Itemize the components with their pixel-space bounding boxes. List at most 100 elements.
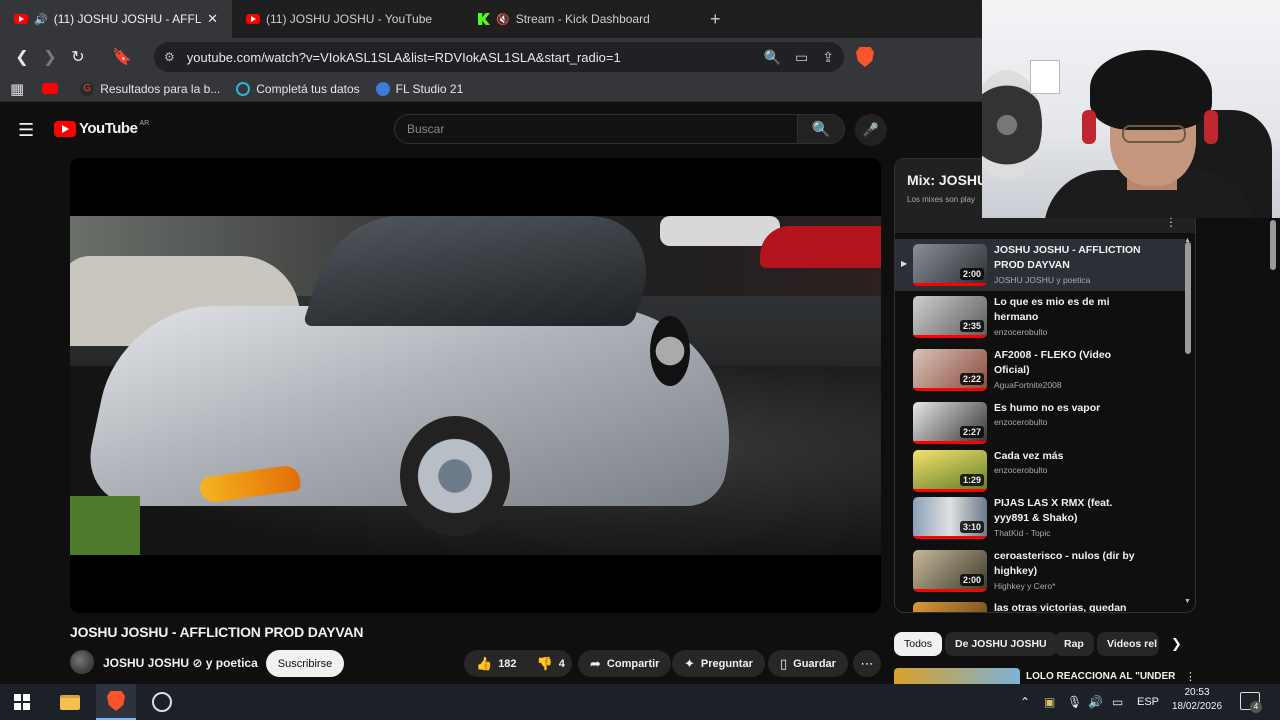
file-explorer-button[interactable] (50, 684, 90, 720)
save-button[interactable]: ▯ Guardar (768, 650, 848, 677)
clock[interactable]: 20:53 18/02/2026 (1166, 686, 1228, 714)
apps-grid-icon[interactable]: ▦ (10, 80, 24, 98)
playlist-subtitle: Los mixes son play (907, 195, 976, 204)
browser-tab[interactable]: 🔇 Stream - Kick Dashboard (464, 0, 700, 38)
search-button[interactable]: 🔍 (797, 114, 845, 144)
bookmark-item[interactable]: FL Studio 21 (375, 81, 463, 96)
search-input[interactable]: Buscar (394, 114, 798, 144)
thumbs-up-icon[interactable]: 👍 (476, 656, 492, 672)
microphone-tray-icon[interactable]: 🎙 (1067, 684, 1082, 720)
back-icon[interactable]: ❮ (8, 43, 36, 71)
chip-rap[interactable]: Rap (1054, 632, 1094, 656)
page-scrollbar[interactable] (1270, 220, 1276, 270)
new-tab-button[interactable]: + (700, 0, 731, 38)
like-count[interactable]: 182 (498, 658, 516, 670)
playlist-item[interactable]: 2:35 Lo que es mio es de mi hermano enzo… (895, 291, 1185, 343)
playlist-item-channel: JOSHU JOSHU y poetica (994, 275, 1091, 285)
bookmark-item[interactable]: Completá tus datos (236, 81, 360, 96)
channel-avatar[interactable] (70, 650, 94, 674)
playlist-item[interactable]: 3:10 PIJAS LAS X RMX (feat. yyy891 & Sha… (895, 492, 1185, 544)
url-text[interactable]: youtube.com/watch?v=VIokASL1SLA&list=RDV… (187, 50, 750, 65)
clock-date: 18/02/2026 (1171, 701, 1223, 712)
brave-icon (107, 691, 125, 711)
playlist-title[interactable]: Mix: JOSHU (907, 172, 987, 188)
video-thumbnail: 2:35 (913, 296, 987, 338)
notification-count: 4 (1250, 701, 1262, 713)
playlist-item-channel: enzocerobulto (994, 417, 1048, 427)
tab-title: (11) JOSHU JOSHU - YouTube (266, 12, 433, 26)
video-thumbnail: 2:00 (913, 550, 987, 592)
cast-icon[interactable]: ▭ (795, 49, 808, 66)
address-bar[interactable]: ⚙ youtube.com/watch?v=VIokASL1SLA&list=R… (154, 42, 844, 72)
youtube-header: ☰ YouTube AR Buscar 🔍 🎤 (0, 108, 900, 150)
start-button[interactable] (2, 684, 42, 720)
microphone-icon: 🎤 (862, 122, 880, 137)
playlist-item[interactable]: 1:29 Cada vez más enzocerobulto (895, 445, 1185, 497)
ask-button[interactable]: ✦ Preguntar (672, 650, 765, 677)
recommended-menu-icon[interactable]: ⋮ (1185, 670, 1196, 683)
volume-icon[interactable]: 🔊 (1088, 684, 1103, 720)
playlist-item[interactable]: las otras victorias, quedan (895, 597, 1185, 612)
browser-tab-active[interactable]: 🔊 (11) JOSHU JOSHU - AFFLICTI ✕ (0, 0, 232, 38)
recommended-title[interactable]: LOLO REACCIONA AL "UNDER (1026, 671, 1175, 682)
subscribe-button[interactable]: Suscribirse (266, 650, 344, 677)
video-thumbnail: 2:22 (913, 349, 987, 391)
playlist-item-title: Cada vez más (994, 450, 1064, 462)
playlist-item[interactable]: 2:27 Es humo no es vapor enzocerobulto (895, 397, 1185, 449)
ask-label: Preguntar (700, 657, 753, 670)
clock-time: 20:53 (1184, 687, 1210, 698)
playlist-item[interactable]: 2:00 ceroasterisco - nulos (dir by highk… (895, 545, 1185, 597)
playlist-item-title: ceroasterisco - nulos (dir by highkey) (994, 550, 1135, 577)
scroll-down-icon[interactable]: ▼ (1184, 598, 1191, 605)
chip-related[interactable]: Videos rel (1097, 632, 1159, 656)
bookmark-item[interactable]: G Resultados para la b... (80, 81, 220, 96)
playlist-scrollbar[interactable] (1185, 242, 1191, 354)
playlist-item-title: JOSHU JOSHU - AFFLICTION PROD DAYVAN (994, 244, 1141, 271)
reload-icon[interactable]: ↻ (64, 43, 92, 71)
zoom-icon[interactable]: 🔍 (764, 49, 781, 66)
more-actions-button[interactable]: ⋯ (853, 650, 881, 677)
chevron-right-icon[interactable]: ❯ (1171, 636, 1182, 652)
bookmark-icon[interactable]: 🔖 (108, 43, 136, 71)
forward-icon[interactable]: ❯ (36, 43, 64, 71)
tab-title: (11) JOSHU JOSHU - AFFLICTI (53, 12, 202, 26)
video-thumbnail (913, 602, 987, 612)
sparkle-icon: ✦ (684, 655, 695, 671)
folder-icon (60, 694, 80, 710)
playlist-item[interactable]: ▶ 2:00 JOSHU JOSHU - AFFLICTION PROD DAY… (895, 239, 1185, 291)
tray-chevron-icon[interactable]: ⌃ (1020, 684, 1030, 720)
youtube-logo[interactable]: YouTube AR (54, 120, 149, 137)
bookmark-youtube[interactable] (42, 83, 64, 94)
browser-tab[interactable]: (11) JOSHU JOSHU - YouTube (232, 0, 464, 38)
playlist-item[interactable]: 2:22 AF2008 - FLEKO (Video Oficial) Agua… (895, 344, 1185, 396)
speaker-icon[interactable]: 🔊 (34, 13, 48, 26)
language-indicator[interactable]: ESP (1137, 684, 1159, 720)
voice-search-button[interactable]: 🎤 (855, 114, 887, 146)
video-player[interactable] (70, 158, 881, 613)
share-icon[interactable]: ⇪ (822, 49, 834, 66)
playlist-item-title: Es humo no es vapor (994, 402, 1101, 414)
chip-channel[interactable]: De JOSHU JOSHU (945, 632, 1057, 656)
site-info-icon[interactable]: ⚙ (164, 50, 175, 64)
playlist-item-channel: AguaFortnite2008 (994, 380, 1062, 390)
recommended-thumbnail[interactable] (894, 668, 1020, 684)
tray-app-icon[interactable]: ▣ (1044, 684, 1055, 720)
share-button[interactable]: ➦ Compartir (578, 650, 672, 677)
thumbs-down-icon[interactable]: 👎 (537, 656, 553, 672)
chip-todos[interactable]: Todos (894, 632, 943, 656)
dislike-count[interactable]: 4 (559, 658, 565, 670)
playlist-panel: Mix: JOSHU Los mixes son play ⋮ ▶ 2:00 J… (894, 158, 1196, 613)
logo-text: YouTube (79, 120, 138, 137)
video-thumbnail: 2:27 (913, 402, 987, 444)
brave-taskbar-button[interactable] (96, 684, 136, 720)
channel-name[interactable]: JOSHU JOSHU ⊘ y poetica (103, 656, 258, 670)
brave-shields-icon[interactable] (856, 47, 874, 67)
close-tab-icon[interactable]: ✕ (207, 11, 218, 27)
menu-icon[interactable]: ☰ (18, 120, 34, 141)
obs-taskbar-button[interactable] (142, 684, 182, 720)
screen: 🔊 (11) JOSHU JOSHU - AFFLICTI ✕ (11) JOS… (0, 0, 1280, 720)
fl-studio-icon (375, 81, 390, 96)
muted-speaker-icon[interactable]: 🔇 (496, 13, 510, 26)
webcam-overlay (982, 0, 1280, 218)
network-icon[interactable]: ▭ (1112, 684, 1123, 720)
